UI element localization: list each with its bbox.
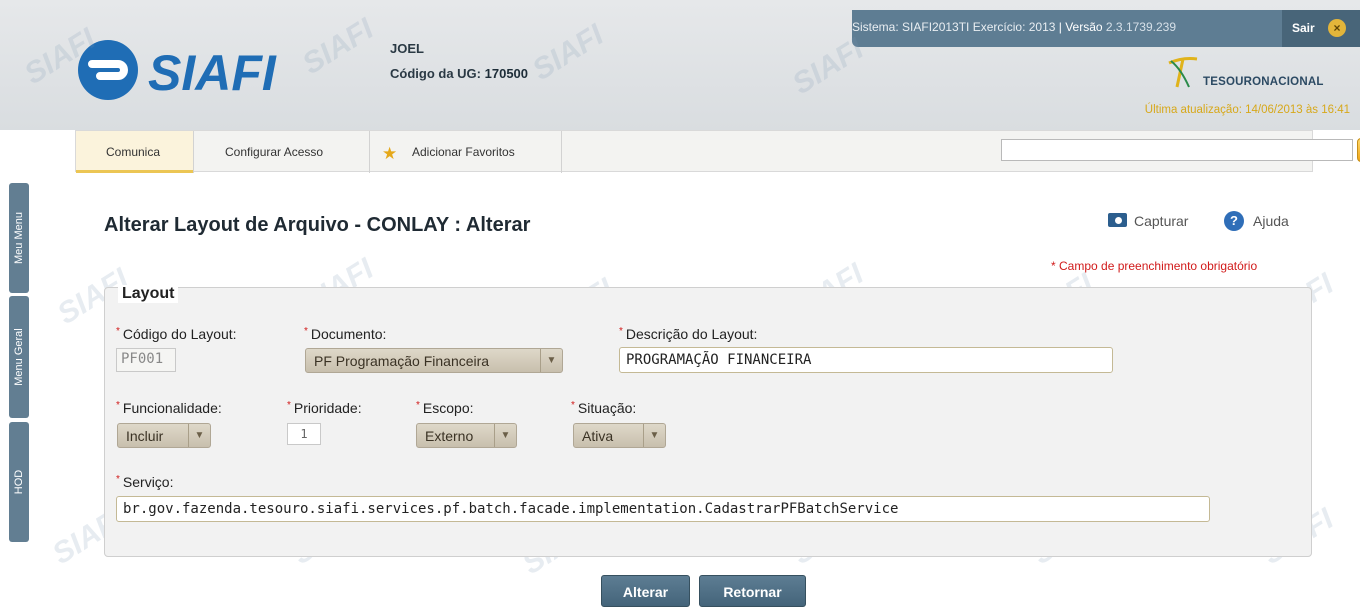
fieldset-legend: Layout (118, 285, 179, 303)
chevron-down-icon: ▼ (188, 424, 210, 447)
side-tab-label: Menu Geral (13, 328, 25, 386)
documento-label: * Documento: (304, 326, 387, 342)
codigo-field: PF001 (116, 348, 176, 372)
side-tab-label: HOD (13, 469, 25, 495)
page-title: Alterar Layout de Arquivo - CONLAY : Alt… (104, 214, 531, 236)
help-button[interactable]: ? Ajuda (1224, 211, 1289, 231)
version-number: 2.3.1739.239 (1105, 20, 1176, 34)
situacao-select[interactable]: Ativa ▼ (573, 423, 666, 448)
side-tab-meu-menu[interactable]: Meu Menu (9, 183, 29, 293)
funcionalidade-value: Incluir (126, 428, 164, 444)
funcionalidade-label: * Funcionalidade: (116, 400, 222, 416)
last-update: Última atualização: 14/06/2013 às 16:41 (1144, 104, 1350, 116)
top-menu: Comunica Configurar Acesso ★ Adicionar F… (75, 130, 1360, 173)
tab-label: Adicionar Favoritos (412, 145, 515, 159)
user-name: JOEL (390, 41, 424, 56)
tab-comunica[interactable]: Comunica (76, 131, 194, 173)
siafi-logo: SIAFI (78, 40, 277, 101)
codigo-label: * Código do Layout: (116, 326, 237, 342)
documento-value: PF Programação Financeira (314, 353, 490, 369)
servico-label: * Serviço: (116, 474, 174, 490)
side-tab-menu-geral[interactable]: Menu Geral (9, 296, 29, 418)
tesouro-name: TESOURONACIONAL (1203, 76, 1324, 88)
tesouro-logo: TESOURONACIONAL (1165, 53, 1355, 93)
chevron-down-icon: ▼ (494, 424, 516, 447)
system-bar: Sistema: SIAFI2013TI Exercício: 2013 | V… (852, 10, 1360, 47)
tab-adicionar-favoritos[interactable]: ★ Adicionar Favoritos (370, 131, 562, 173)
help-icon: ? (1224, 211, 1244, 231)
tab-label: Comunica (106, 145, 161, 159)
servico-input[interactable]: br.gov.fazenda.tesouro.siafi.services.pf… (116, 496, 1210, 522)
close-icon: × (1328, 19, 1346, 37)
camera-icon (1108, 213, 1127, 227)
header: SIAFI JOEL Código da UG: 170500 Sistema:… (0, 0, 1360, 130)
escopo-select[interactable]: Externo ▼ (416, 423, 517, 448)
descricao-input[interactable]: PROGRAMAÇÃO FINANCEIRA (619, 347, 1113, 373)
version-label: | Versão (1058, 20, 1106, 34)
tesouro-star-icon (1168, 57, 1198, 88)
side-tab-label: Meu Menu (13, 212, 25, 264)
funcionalidade-select[interactable]: Incluir ▼ (117, 423, 211, 448)
user-info: JOEL Código da UG: 170500 (390, 36, 528, 86)
system-info: Sistema: SIAFI2013TI Exercício: 2013 | V… (852, 20, 1176, 34)
alterar-button[interactable]: Alterar (601, 575, 690, 607)
tab-label: Configurar Acesso (225, 145, 324, 159)
retornar-button[interactable]: Retornar (699, 575, 806, 607)
descricao-label: * Descrição do Layout: (619, 326, 758, 342)
chevron-down-icon: ▼ (643, 424, 665, 447)
prioridade-input[interactable]: 1 (287, 423, 321, 445)
ug-label: Código da UG: (390, 66, 481, 81)
ug-code: 170500 (484, 66, 529, 81)
tab-configurar-acesso[interactable]: Configurar Acesso (194, 131, 370, 173)
logout-label: Sair (1292, 21, 1315, 35)
ug-info: Código da UG: 170500 (390, 61, 528, 86)
prioridade-label: * Prioridade: (287, 400, 362, 416)
side-tab-hod[interactable]: HOD (9, 422, 29, 542)
escopo-value: Externo (425, 428, 474, 444)
star-icon: ★ (382, 144, 398, 163)
logout-button[interactable]: Sair × (1282, 10, 1360, 47)
svg-text:SIAFI: SIAFI (148, 45, 277, 101)
required-note: * Campo de preenchimento obrigatório (1051, 259, 1258, 273)
situacao-value: Ativa (582, 428, 614, 444)
menu-search-input[interactable] (1001, 139, 1353, 161)
situacao-label: * Situação: (571, 400, 637, 416)
system-exercise: Sistema: SIAFI2013TI Exercício: 2013 (852, 20, 1059, 34)
capture-label: Capturar (1134, 213, 1189, 229)
capture-button[interactable]: Capturar (1108, 213, 1188, 229)
documento-select[interactable]: PF Programação Financeira ▼ (305, 348, 563, 373)
escopo-label: * Escopo: (416, 400, 474, 416)
chevron-down-icon: ▼ (540, 349, 562, 372)
help-label: Ajuda (1253, 213, 1289, 229)
